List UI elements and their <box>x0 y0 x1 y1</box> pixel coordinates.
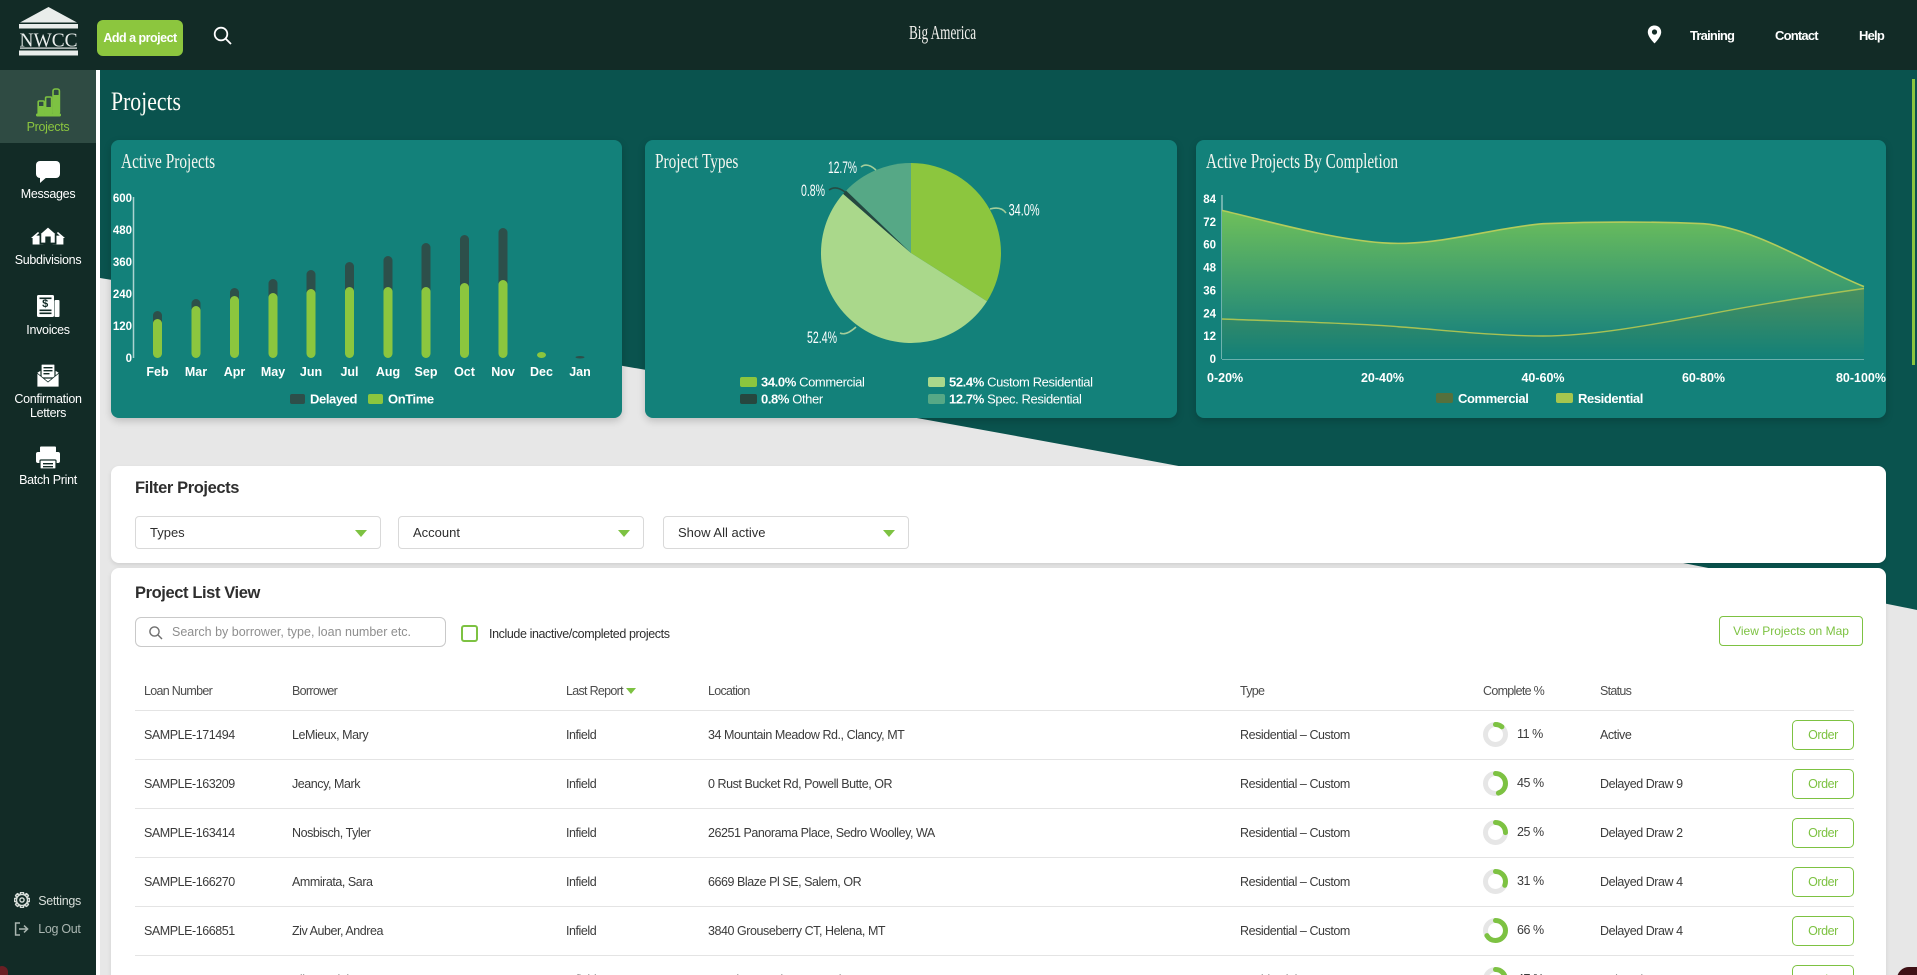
svg-text:40-60%: 40-60% <box>1521 371 1564 385</box>
svg-text:48: 48 <box>1203 263 1216 275</box>
svg-text:Residential: Residential <box>1578 391 1643 406</box>
svg-text:12.7% Spec. Residential: 12.7% Spec. Residential <box>949 392 1082 407</box>
svg-text:600: 600 <box>113 193 132 205</box>
svg-text:12: 12 <box>1203 331 1216 343</box>
svg-text:Jun: Jun <box>300 365 322 379</box>
svg-text:34.0% Commercial: 34.0% Commercial <box>761 375 865 390</box>
svg-text:Jul: Jul <box>340 365 358 379</box>
svg-text:24: 24 <box>1203 308 1216 320</box>
svg-text:May: May <box>261 365 285 379</box>
svg-text:OnTime: OnTime <box>388 392 434 407</box>
svg-text:0: 0 <box>126 353 132 365</box>
svg-text:Delayed: Delayed <box>310 392 358 407</box>
svg-text:0-20%: 0-20% <box>1207 371 1243 385</box>
svg-text:60-80%: 60-80% <box>1682 371 1725 385</box>
svg-text:0.8%: 0.8% <box>801 181 825 200</box>
svg-text:72: 72 <box>1203 217 1216 229</box>
svg-text:Oct: Oct <box>454 365 476 379</box>
svg-text:Dec: Dec <box>530 365 553 379</box>
svg-text:20-40%: 20-40% <box>1361 371 1404 385</box>
svg-text:$: $ <box>42 298 48 310</box>
svg-text:Commercial: Commercial <box>1458 391 1528 406</box>
svg-text:Sep: Sep <box>415 365 438 379</box>
svg-text:52.4%: 52.4% <box>807 328 837 347</box>
svg-text:34.0%: 34.0% <box>1009 201 1040 220</box>
svg-text:Aug: Aug <box>376 365 400 379</box>
svg-text:80-100%: 80-100% <box>1836 371 1886 385</box>
svg-text:0.8% Other: 0.8% Other <box>761 392 824 407</box>
svg-text:Mar: Mar <box>185 365 207 379</box>
svg-text:12.7%: 12.7% <box>828 158 857 177</box>
svg-text:Nov: Nov <box>491 365 515 379</box>
svg-text:120: 120 <box>113 321 132 333</box>
svg-text:36: 36 <box>1203 285 1216 297</box>
svg-text:480: 480 <box>113 225 132 237</box>
svg-text:360: 360 <box>113 257 132 269</box>
svg-text:52.4% Custom Residential: 52.4% Custom Residential <box>949 375 1093 390</box>
svg-text:0: 0 <box>1210 354 1216 366</box>
svg-text:Apr: Apr <box>224 365 246 379</box>
svg-text:Jan: Jan <box>569 365 591 379</box>
svg-text:84: 84 <box>1203 194 1216 206</box>
svg-text:60: 60 <box>1203 240 1216 252</box>
svg-text:240: 240 <box>113 289 132 301</box>
svg-text:Feb: Feb <box>146 365 169 379</box>
